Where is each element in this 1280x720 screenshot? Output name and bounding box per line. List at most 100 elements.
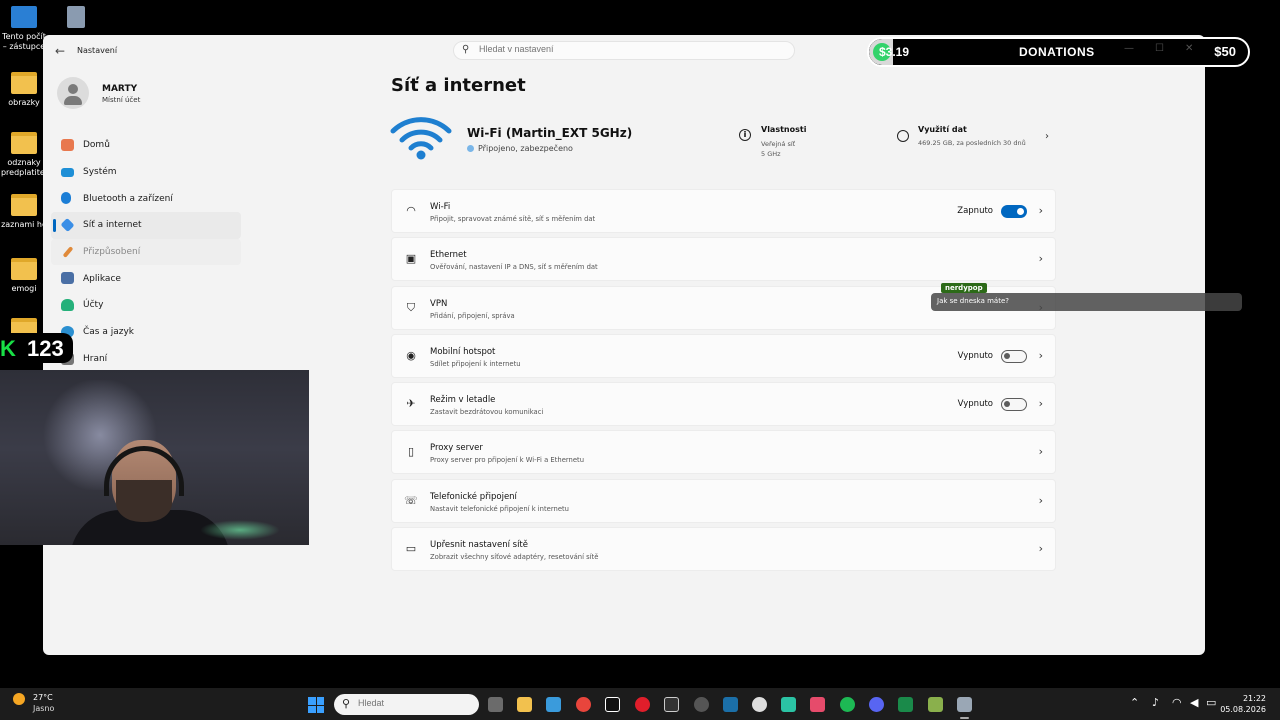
viewer-counter-overlay: K 123 xyxy=(0,333,73,363)
taskbar-search-input[interactable] xyxy=(358,698,468,708)
wifi-toggle[interactable] xyxy=(1001,205,1027,218)
sidebar-item-network[interactable]: Síť a internet xyxy=(51,212,241,239)
airplane-icon: ✈ xyxy=(406,397,416,411)
desktop-icon-this-pc[interactable]: Tento počít – zástupce xyxy=(0,6,48,52)
account-type: Místní účet xyxy=(102,96,141,104)
row-state: Zapnuto xyxy=(957,206,993,216)
row-advanced-network[interactable]: ▭ Upřesnit nastavení sítě Zobrazit všech… xyxy=(391,527,1056,572)
wifi-tray-icon[interactable]: ◠ xyxy=(1172,696,1182,709)
maximize-icon[interactable]: ☐ xyxy=(1155,43,1164,54)
info-icon: i xyxy=(739,129,751,141)
row-title: Ethernet xyxy=(430,250,467,261)
settings-app-icon[interactable] xyxy=(957,697,972,719)
sidebar-item-time-language[interactable]: Čas a jazyk xyxy=(51,319,241,346)
settings-window: ← Nastavení ⚲ MARTY Místní účet Domů Sys… xyxy=(43,35,1205,655)
row-dial-up[interactable]: ☏ Telefonické připojení Nastavit telefon… xyxy=(391,478,1056,523)
network-name: Wi-Fi (Martin_EXT 5GHz) xyxy=(467,126,633,140)
sidebar-item-personalization[interactable]: Přizpůsobení xyxy=(51,238,241,266)
discord-icon[interactable] xyxy=(869,697,884,712)
app-green-icon[interactable] xyxy=(781,697,796,712)
tiktok-studio-icon[interactable] xyxy=(810,697,825,712)
webcam-feed xyxy=(0,370,309,545)
sidebar-item-apps[interactable]: Aplikace xyxy=(51,265,241,292)
sidebar-item-label: Domů xyxy=(83,140,110,151)
desktop-icon-emogi[interactable]: emogi xyxy=(0,258,48,294)
row-subtitle: Proxy server pro připojení k Wi-Fi a Eth… xyxy=(430,456,585,465)
row-title: Telefonické připojení xyxy=(430,491,517,502)
app-tool-icon[interactable] xyxy=(928,697,943,712)
chevron-right-icon: › xyxy=(1038,204,1043,217)
sidebar-item-label: Aplikace xyxy=(83,273,121,284)
row-mobile-hotspot[interactable]: ◉ Mobilní hotspot Sdílet připojení k int… xyxy=(391,333,1056,378)
sidebar-item-system[interactable]: Systém xyxy=(51,159,241,186)
sidebar-item-label: Systém xyxy=(83,167,117,178)
desktop-icon-odznaky[interactable]: odznaky predplatitel xyxy=(0,132,48,178)
airplane-toggle[interactable] xyxy=(1001,398,1027,412)
page-title: Síť a internet xyxy=(391,75,526,96)
sidebar-item-gaming[interactable]: Hraní xyxy=(51,346,241,373)
chevron-right-icon: › xyxy=(1038,252,1043,266)
chevron-right-icon: › xyxy=(1038,493,1043,507)
row-title: Proxy server xyxy=(430,443,483,454)
sidebar-item-label: Přizpůsobení xyxy=(83,247,141,258)
clock[interactable]: 21:22 05.08.2026 xyxy=(1220,693,1266,715)
folder-icon xyxy=(11,194,37,216)
desktop-icon-label: Tento počít – zástupce xyxy=(2,32,46,51)
battery-icon[interactable]: ▭ xyxy=(1206,696,1216,709)
recycle-bin-icon xyxy=(67,6,85,28)
chat-username: nerdypop xyxy=(941,283,987,293)
row-proxy[interactable]: ▯ Proxy server Proxy server pro připojen… xyxy=(391,430,1056,475)
connected-dot-icon xyxy=(467,145,474,152)
epic-games-icon[interactable] xyxy=(664,697,679,712)
microphone-icon[interactable]: ♪ xyxy=(1152,696,1159,709)
sidebar-item-label: Síť a internet xyxy=(83,220,142,231)
computer-icon xyxy=(11,6,37,28)
spotify-icon[interactable] xyxy=(840,697,855,712)
obs-icon[interactable] xyxy=(694,697,709,712)
ethernet-icon: ▣ xyxy=(405,252,417,266)
sidebar-item-accounts[interactable]: Účty xyxy=(51,292,241,319)
settings-search-input[interactable] xyxy=(479,44,779,54)
minimize-icon[interactable]: — xyxy=(1124,43,1134,54)
tray-overflow-icon[interactable]: ⌃ xyxy=(1130,696,1139,709)
chrome-icon[interactable] xyxy=(576,697,591,712)
row-title: VPN xyxy=(430,298,448,309)
settings-search[interactable]: ⚲ xyxy=(453,41,795,60)
user-profile[interactable]: MARTY Místní účet xyxy=(57,77,140,109)
close-icon[interactable]: ✕ xyxy=(1185,43,1193,54)
row-subtitle: Připojit, spravovat známé sítě, síť s mě… xyxy=(430,215,596,223)
data-usage-subtitle: 469.25 GB, za posledních 30 dnů xyxy=(918,139,1026,147)
donation-goal-bar: $3.19 DONATIONS — ☐ ✕ $50 xyxy=(867,37,1250,67)
store-icon[interactable] xyxy=(546,697,561,712)
desktop-icon-recycle-bin[interactable] xyxy=(52,6,100,32)
desktop-icon-zaznami[interactable]: zaznami he xyxy=(0,194,48,230)
row-airplane-mode[interactable]: ✈ Režim v letadle Zastavit bezdrátovou k… xyxy=(391,382,1056,427)
network-hero: Wi-Fi (Martin_EXT 5GHz) Připojeno, zabez… xyxy=(389,115,1059,163)
chatgpt-icon[interactable] xyxy=(752,697,767,712)
file-explorer-icon[interactable] xyxy=(517,697,532,712)
brush-icon xyxy=(62,245,74,258)
desktop-icon-label: emogi xyxy=(11,284,37,293)
task-view-icon[interactable] xyxy=(488,697,503,712)
row-title: Mobilní hotspot xyxy=(430,346,496,357)
tiktok-icon[interactable] xyxy=(605,697,620,712)
monitor-icon xyxy=(61,167,74,177)
desktop-icon-obrazky[interactable]: obrazky xyxy=(0,72,48,108)
start-button[interactable] xyxy=(308,697,324,713)
sidebar-item-home[interactable]: Domů xyxy=(51,132,241,159)
back-arrow-icon[interactable]: ← xyxy=(55,44,65,58)
kick-logo-icon: K xyxy=(0,336,16,361)
taskbar-search[interactable]: ⚲ xyxy=(334,694,479,715)
streamlabs-icon[interactable] xyxy=(898,697,913,712)
row-title: Upřesnit nastavení sítě xyxy=(430,540,528,551)
row-wifi[interactable]: ◠ Wi-Fi Připojit, spravovat známé sítě, … xyxy=(391,189,1056,233)
opera-icon[interactable] xyxy=(635,697,650,712)
row-ethernet[interactable]: ▣ Ethernet Ověřování, nastavení IP a DNS… xyxy=(391,237,1056,282)
steam-icon[interactable] xyxy=(723,697,738,712)
sidebar-item-bluetooth[interactable]: Bluetooth a zařízení xyxy=(51,185,241,212)
sidebar-item-label: Bluetooth a zařízení xyxy=(83,193,173,204)
sidebar-nav: Domů Systém Bluetooth a zařízení Síť a i… xyxy=(51,132,241,372)
search-icon: ⚲ xyxy=(462,44,470,55)
volume-icon[interactable]: ◀ xyxy=(1190,696,1198,709)
hotspot-toggle[interactable] xyxy=(1001,349,1027,363)
